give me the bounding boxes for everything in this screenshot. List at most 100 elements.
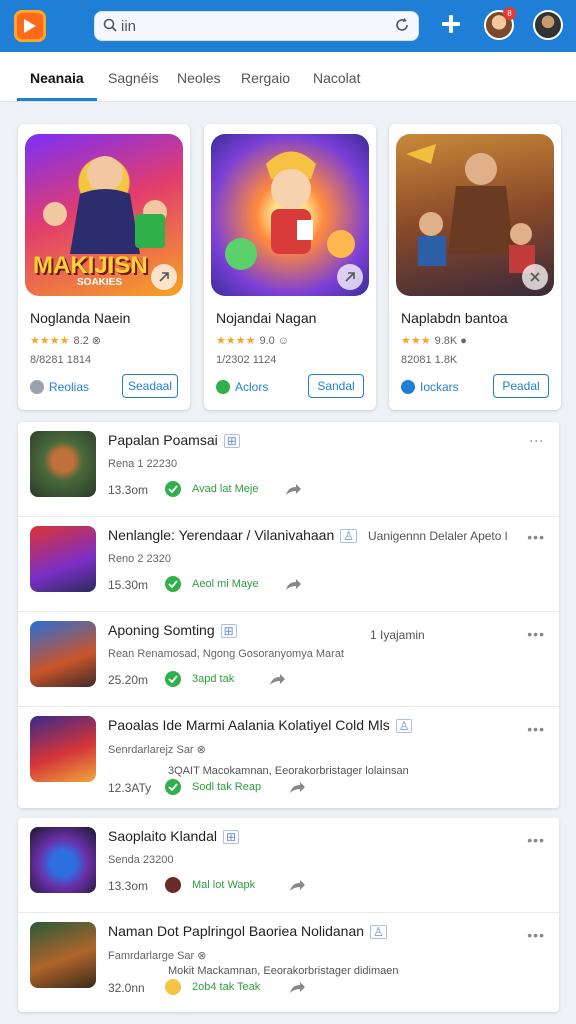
more-options-icon[interactable]: •••: [527, 721, 545, 737]
share-icon[interactable]: [288, 781, 306, 795]
category-icon: [30, 380, 44, 394]
download-button[interactable]: Sandal: [308, 374, 364, 398]
list-item[interactable]: Papalan Poamsai ⊞ Rena 1 22230 13.3om Ava…: [18, 422, 559, 517]
download-button[interactable]: Seadaal: [122, 374, 178, 398]
title-text: Aponing Somting: [108, 622, 215, 638]
featured-section: MAKIJISN SOAKIES Noglanda Naein ★★★★ 8.2 …: [14, 116, 562, 416]
tab-neanaia[interactable]: Neanaia: [30, 70, 84, 86]
title-text: Paoalas Ide Marmi Aalania Kolatiyel Cold…: [108, 717, 390, 733]
smiley-icon: [165, 979, 181, 995]
tab-sagneis[interactable]: Sagnéis: [108, 70, 159, 86]
category[interactable]: Iockars: [401, 380, 459, 394]
list-item[interactable]: Aponing Somting ⊞ 1 Iyajamin Rean Renamos…: [18, 612, 559, 707]
tab-bar: Neanaia Sagnéis Neoles Rergaio Nacolat: [0, 52, 576, 102]
share-icon[interactable]: [288, 879, 306, 893]
list-item[interactable]: Paoalas Ide Marmi Aalania Kolatiyel Cold…: [18, 707, 559, 808]
check-icon: [165, 576, 181, 592]
open-button[interactable]: [151, 264, 177, 290]
list-item[interactable]: Saoplaito Klandal ⊞ Senda 23200 13.3om Ma…: [18, 818, 559, 913]
game-subtitle: Reno 2 2320: [108, 553, 171, 565]
open-button[interactable]: [522, 264, 548, 290]
game-subtitle: Senrdarlarejz Sar ⊗: [108, 744, 206, 756]
game-title: Saoplaito Klandal ⊞: [108, 828, 240, 844]
tag-icon: ♙: [340, 529, 358, 543]
rating: ★★★★ 8.2 ⊗: [30, 334, 101, 347]
game-title: Naman Dot Paplringol Baoriea Nolidanan ♙: [108, 923, 387, 939]
duration: 15.30m: [108, 578, 149, 592]
search-bar[interactable]: [94, 11, 419, 41]
share-icon[interactable]: [268, 673, 286, 687]
rating-stars: ★★★★: [216, 335, 256, 347]
featured-card[interactable]: Naplabdn bantoa ★★★ 9.8K ● 82081 1.8K Ioc…: [389, 124, 561, 410]
category[interactable]: Reolias: [30, 380, 89, 394]
category-label: Aclors: [235, 380, 269, 394]
game-subtitle: Senda 23200: [108, 854, 174, 866]
arrow-icon: [345, 272, 355, 282]
game-meta: 82081 1.8K: [401, 354, 458, 366]
profile-avatar[interactable]: [533, 10, 563, 40]
title-text: Naman Dot Paplringol Baoriea Nolidanan: [108, 923, 365, 939]
check-icon: [165, 779, 181, 795]
share-icon[interactable]: [284, 483, 302, 497]
search-icon: [103, 18, 117, 32]
tab-rergaio[interactable]: Rergaio: [241, 70, 290, 86]
status-text: 3apd tak: [192, 673, 235, 685]
open-button[interactable]: [337, 264, 363, 290]
featured-card[interactable]: Nojandai Nagan ★★★★ 9.0 ☺ 1/2302 1124 Acl…: [204, 124, 376, 410]
more-options-icon[interactable]: ⋮: [529, 434, 545, 449]
download-button[interactable]: Peadal: [493, 374, 549, 398]
rating-value: 9.0 ☺: [259, 335, 290, 347]
game-icon: [30, 716, 96, 782]
play-icon: [24, 19, 36, 33]
game-icon: [30, 922, 96, 988]
rating: ★★★ 9.8K ●: [401, 334, 467, 347]
game-art: [211, 134, 369, 296]
rating: ★★★★ 9.0 ☺: [216, 334, 289, 347]
more-options-icon[interactable]: •••: [527, 529, 545, 545]
row-note: Uanigennn Delaler Apeto l: [368, 529, 508, 543]
reload-icon[interactable]: [394, 17, 410, 33]
game-title: Noglanda Naein: [30, 310, 131, 326]
more-options-icon[interactable]: •••: [527, 626, 545, 642]
tag-icon: ⊞: [222, 830, 240, 844]
tag-icon: ♙: [370, 925, 387, 939]
game-icon: [30, 431, 96, 497]
game-title: Naplabdn bantoa: [401, 310, 508, 326]
game-art: [396, 134, 554, 296]
tab-neoles[interactable]: Neoles: [177, 70, 221, 86]
app-logo[interactable]: [14, 10, 46, 42]
duration: 13.3om: [108, 879, 149, 893]
status-text: Sodl tak Reap: [192, 781, 262, 793]
game-title: Nojandai Nagan: [216, 310, 317, 326]
search-input[interactable]: [121, 16, 381, 36]
game-title: Paoalas Ide Marmi Aalania Kolatiyel Cold…: [108, 717, 413, 733]
title-text: Saoplaito Klandal: [108, 828, 217, 844]
more-options-icon[interactable]: •••: [527, 927, 545, 943]
duration: 13.3om: [108, 483, 149, 497]
tab-nacolat[interactable]: Nacolat: [313, 70, 360, 86]
category[interactable]: Aclors: [216, 380, 268, 394]
share-icon[interactable]: [288, 981, 306, 995]
list-item[interactable]: Nenlangle: Yerendaar / Vilanivahaan ♙ Uan…: [18, 517, 559, 612]
duration: 12.3ATy: [108, 781, 152, 795]
rating-stars: ★★★: [401, 335, 431, 347]
rating-value: 9.8K ●: [434, 335, 467, 347]
check-icon: [165, 671, 181, 687]
list-item[interactable]: Naman Dot Paplringol Baoriea Nolidanan ♙ …: [18, 913, 559, 1012]
game-list: Papalan Poamsai ⊞ Rena 1 22230 13.3om Ava…: [18, 422, 559, 808]
active-tab-indicator: [17, 98, 97, 101]
game-icon: [30, 526, 96, 592]
check-icon: [401, 380, 415, 394]
share-icon[interactable]: [284, 578, 302, 592]
game-icon: [30, 827, 96, 893]
tag-icon: ⊞: [220, 624, 237, 638]
duration: 32.0nn: [108, 981, 145, 995]
featured-card[interactable]: MAKIJISN SOAKIES Noglanda Naein ★★★★ 8.2 …: [18, 124, 190, 410]
game-art: MAKIJISN SOAKIES: [25, 134, 183, 296]
game-meta: 8/8281 1814: [30, 354, 92, 366]
game-subtitle: Rean Renamosad, Ngong Gosoranyomya Marat: [108, 648, 345, 660]
more-options-icon[interactable]: •••: [527, 832, 545, 848]
add-icon[interactable]: [440, 13, 462, 35]
status-dot-icon: [165, 877, 181, 893]
tag-icon: ⊞: [223, 434, 240, 448]
